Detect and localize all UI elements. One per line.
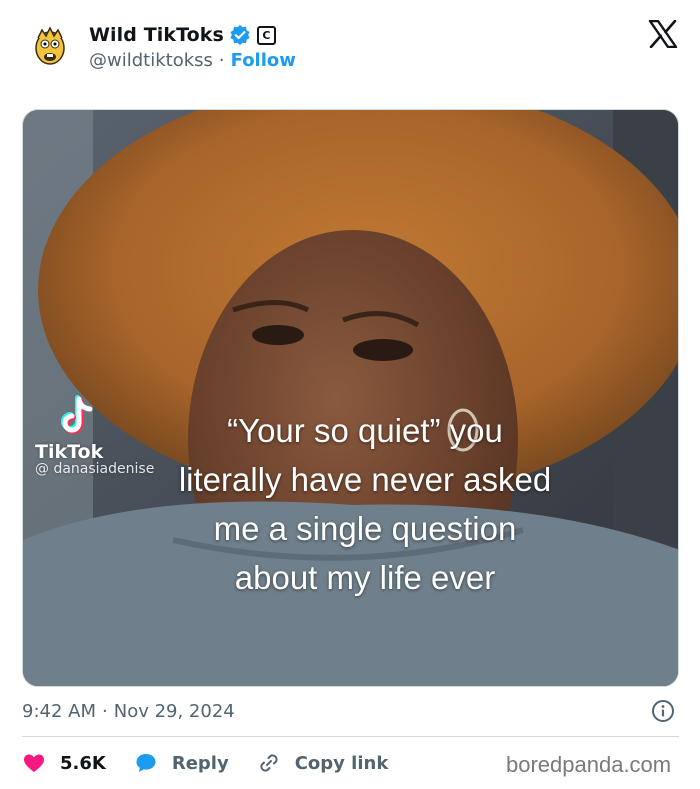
tweet-timestamp[interactable]: 9:42 AM · Nov 29, 2024 [22, 698, 235, 724]
reply-button[interactable]: Reply [134, 751, 229, 775]
video-media[interactable]: TikTok @ danasiadenise “Your so quiet” y… [22, 109, 679, 687]
affiliate-badge-icon: C [256, 25, 276, 45]
tweet-date: Nov 29, 2024 [113, 700, 235, 722]
author-handle-row: @wildtiktokss · Follow [89, 48, 296, 72]
caption-line: “Your so quiet” you [227, 412, 503, 449]
tweet-time: 9:42 AM [22, 700, 96, 722]
video-caption: “Your so quiet” you literally have never… [135, 406, 595, 602]
author-name-row: Wild TikToks C [89, 22, 276, 48]
copy-link-button[interactable]: Copy link [257, 751, 389, 775]
cartoon-avatar-icon[interactable] [28, 24, 72, 68]
heart-icon [24, 754, 44, 772]
author-handle[interactable]: @wildtiktokss [89, 50, 213, 71]
like-button[interactable]: 5.6K [22, 751, 106, 775]
copy-link-label: Copy link [294, 752, 389, 774]
boredpanda-watermark: boredpanda.com [506, 752, 672, 777]
reply-bubble-icon [136, 754, 156, 772]
info-icon[interactable] [651, 699, 675, 723]
tweet-header: Wild TikToks C @wildtiktokss · Follow [0, 0, 700, 100]
caption-line: about my life ever [234, 559, 496, 596]
divider [22, 736, 679, 737]
follow-button[interactable]: Follow [231, 50, 296, 71]
x-logo-icon[interactable] [648, 20, 678, 48]
caption-line: literally have never asked [178, 461, 552, 498]
reply-label: Reply [171, 752, 229, 774]
author-display-name[interactable]: Wild TikToks [89, 24, 224, 46]
tiktok-logo-icon [61, 395, 93, 434]
link-icon [260, 754, 278, 772]
caption-line: me a single question [213, 510, 517, 547]
like-count: 5.6K [60, 752, 106, 774]
timestamp-separator: · [102, 700, 108, 722]
verified-badge-icon [230, 25, 250, 45]
tweet-actions: 5.6K Reply Copy link [22, 748, 416, 778]
handle-separator: · [218, 49, 225, 71]
